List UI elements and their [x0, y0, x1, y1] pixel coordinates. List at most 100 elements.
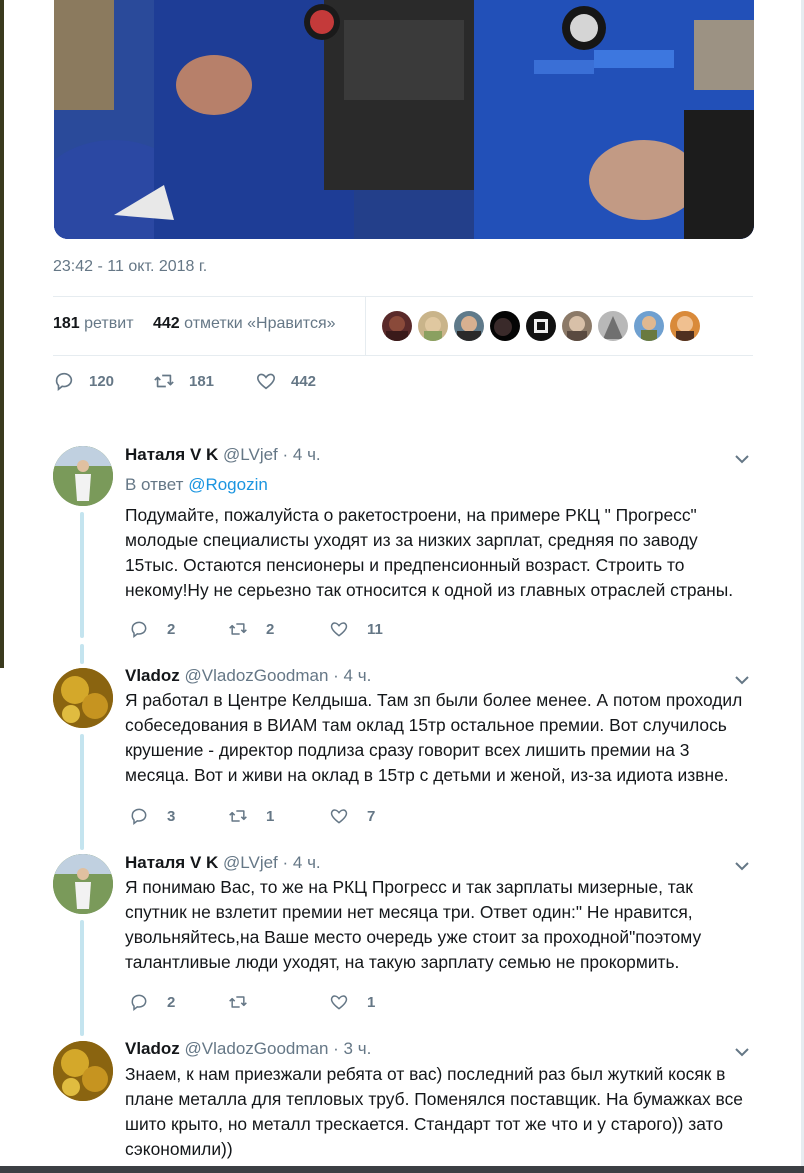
retweet-count: 2 — [266, 620, 275, 638]
reply-icon — [131, 621, 147, 639]
reply-header: Vladoz @VladozGoodman · 3 ч. — [125, 1039, 371, 1059]
liker-avatar[interactable] — [562, 311, 592, 341]
like-count-action: 442 — [291, 372, 317, 390]
liker-avatar[interactable] — [526, 311, 556, 341]
chevron-down-icon[interactable] — [733, 671, 751, 689]
thread-line — [80, 644, 84, 664]
retweet-button[interactable] — [228, 992, 266, 1012]
tweet-photo[interactable] — [54, 0, 754, 239]
likes-stat[interactable]: 442 отметки «Нравится» — [153, 315, 336, 333]
mention-link[interactable]: @Rogozin — [188, 475, 268, 494]
text-line: Я понимаю Вас, то же на РКЦ Прогресс и т… — [125, 877, 693, 897]
left-edge-background — [0, 0, 4, 668]
liker-avatar[interactable] — [634, 311, 664, 341]
retweet-count-action: 181 — [189, 372, 215, 390]
avatar[interactable] — [53, 854, 113, 914]
author-handle[interactable]: @VladozGoodman — [185, 666, 329, 685]
retweet-icon — [154, 374, 174, 388]
reply-text: Знаем, к нам приезжали ребята от вас) по… — [125, 1062, 755, 1162]
reply-button[interactable]: 120 — [53, 370, 114, 392]
text-line: месяца. Вот и живи на оклад в 15тр с дет… — [125, 765, 729, 785]
reply-time[interactable]: · 4 ч. — [283, 853, 321, 872]
text-line: некому!Ну не серьезно так относится к од… — [125, 580, 734, 600]
reply-count: 2 — [167, 993, 176, 1011]
likes-label: отметки «Нравится» — [184, 315, 336, 332]
reply-text: Я работал в Центре Келдыша. Там зп были … — [125, 688, 755, 788]
liker-avatar[interactable] — [670, 311, 700, 341]
text-line: плане металла для тепловых труб. Поменял… — [125, 1089, 743, 1109]
bottom-edge — [0, 1166, 804, 1173]
reply-header: Наталя V K @LVjef · 4 ч. — [125, 853, 321, 873]
thread-line — [80, 920, 84, 1036]
photo-image — [54, 0, 754, 239]
reply-time[interactable]: · 4 ч. — [333, 666, 371, 685]
tweet-timestamp[interactable]: 23:42 - 11 окт. 2018 г. — [53, 258, 207, 276]
reply-count: 2 — [167, 620, 176, 638]
liker-avatar[interactable] — [418, 311, 448, 341]
author-name[interactable]: Наталя V K — [125, 445, 218, 464]
avatar[interactable] — [53, 1041, 113, 1101]
retweet-button[interactable]: 1 — [228, 806, 274, 826]
reply-button[interactable]: 3 — [129, 806, 175, 826]
author-name[interactable]: Наталя V K — [125, 853, 218, 872]
reply-button[interactable]: 2 — [129, 992, 175, 1012]
thread-line — [80, 512, 84, 638]
reply-actions: 2 1 — [129, 992, 429, 1016]
chevron-down-icon[interactable] — [733, 857, 751, 875]
avatar[interactable] — [53, 446, 113, 506]
author-name[interactable]: Vladoz — [125, 666, 180, 685]
text-line: шито крыто, но металл трескается. Станда… — [125, 1114, 723, 1134]
retweet-stat[interactable]: 181 ретвит — [53, 315, 134, 333]
tweet-actions: 120 181 442 — [53, 370, 453, 396]
reply-time[interactable]: · 4 ч. — [283, 445, 321, 464]
retweet-count: 1 — [266, 807, 275, 825]
like-count: 11 — [367, 620, 383, 638]
reply-icon — [131, 994, 147, 1012]
in-reply-to: В ответ @Rogozin — [125, 475, 268, 495]
liker-avatar[interactable] — [382, 311, 412, 341]
reply-actions: 3 1 7 — [129, 806, 429, 830]
retweet-button[interactable]: 181 — [153, 370, 214, 392]
in-reply-prefix: В ответ — [125, 475, 184, 494]
retweet-button[interactable]: 2 — [228, 619, 274, 639]
like-button[interactable]: 7 — [329, 806, 375, 826]
heart-icon — [330, 995, 348, 1010]
heart-icon — [330, 622, 348, 637]
reply-icon — [131, 808, 147, 826]
thread-line — [80, 734, 84, 850]
text-line: Знаем, к нам приезжали ребята от вас) по… — [125, 1064, 726, 1084]
reply-count: 120 — [89, 372, 115, 390]
reply-count: 3 — [167, 807, 176, 825]
reply-button[interactable]: 2 — [129, 619, 175, 639]
reply-header: Наталя V K @LVjef · 4 ч. — [125, 445, 321, 465]
like-button[interactable]: 1 — [329, 992, 375, 1012]
reply-text: Я понимаю Вас, то же на РКЦ Прогресс и т… — [125, 875, 755, 975]
retweet-icon — [229, 996, 247, 1008]
author-handle[interactable]: @VladozGoodman — [185, 1039, 329, 1058]
text-line: Я работал в Центре Келдыша. Там зп были … — [125, 690, 743, 710]
reply-actions: 2 2 11 — [129, 619, 429, 643]
retweet-count: 181 — [53, 315, 80, 332]
reply-icon — [55, 372, 73, 391]
text-line: 15тыс. Остаются пенсионеры и предпенсион… — [125, 555, 685, 575]
avatar[interactable] — [53, 668, 113, 728]
text-line: собеседования в ВИАМ там оклад 15тр оста… — [125, 715, 727, 735]
like-button[interactable]: 442 — [255, 370, 316, 392]
reply-header: Vladoz @VladozGoodman · 4 ч. — [125, 666, 371, 686]
heart-icon — [330, 809, 348, 824]
text-line: увольняйтесь,на Ваше место очередь уже с… — [125, 927, 702, 947]
liker-avatar[interactable] — [490, 311, 520, 341]
chevron-down-icon[interactable] — [733, 1043, 751, 1061]
author-handle[interactable]: @LVjef — [223, 853, 278, 872]
text-line: молодые специалисты уходят из за низких … — [125, 530, 698, 550]
liker-avatar[interactable] — [598, 311, 628, 341]
like-button[interactable]: 11 — [329, 619, 383, 639]
text-line: сэкономили)) — [125, 1139, 233, 1159]
reply-text: Подумайте, пожалуйста о ракетостроени, н… — [125, 503, 755, 603]
reply-time[interactable]: · 3 ч. — [333, 1039, 371, 1058]
author-name[interactable]: Vladoz — [125, 1039, 180, 1058]
chevron-down-icon[interactable] — [733, 450, 751, 468]
liker-avatar[interactable] — [454, 311, 484, 341]
author-handle[interactable]: @LVjef — [223, 445, 278, 464]
retweet-label: ретвит — [84, 315, 134, 332]
